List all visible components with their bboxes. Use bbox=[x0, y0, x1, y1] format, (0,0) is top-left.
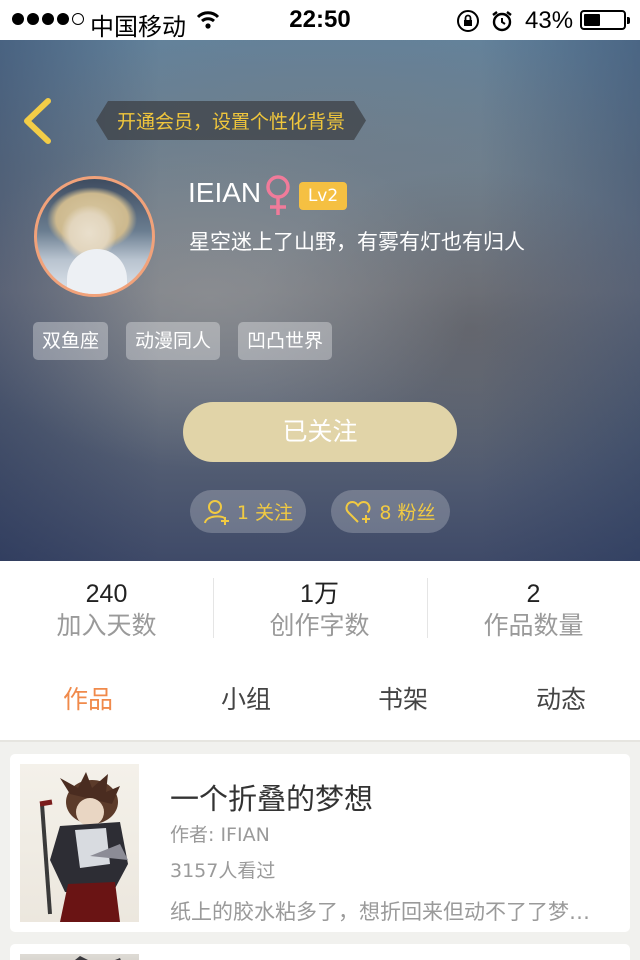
tab-works[interactable]: 作品 bbox=[8, 680, 168, 720]
work-title: 一个折叠的梦想 bbox=[170, 782, 374, 816]
battery-icon bbox=[580, 10, 630, 30]
vip-background-tip[interactable]: 开通会员，设置个性化背景 bbox=[96, 101, 366, 140]
work-author: 作者: IFIAN bbox=[170, 824, 270, 846]
female-symbol-icon bbox=[262, 174, 294, 222]
work-description: 纸上的胶水粘多了，想折回来但动不了了梦… bbox=[170, 900, 590, 924]
status-bar: 中国移动 22:50 43% bbox=[0, 0, 640, 41]
tag-chip: 动漫同人 bbox=[126, 322, 221, 360]
fans-count-button[interactable]: 8 粉丝 bbox=[331, 490, 450, 533]
alarm-icon bbox=[490, 9, 514, 38]
work-cover-image bbox=[20, 764, 139, 922]
fans-count: 8 粉丝 bbox=[379, 502, 436, 524]
stat-value: 240 bbox=[85, 580, 128, 608]
profile-tabs: 作品 小组 书架 动态 bbox=[0, 662, 640, 742]
stat-value: 1万 bbox=[300, 580, 339, 608]
stat-word-count: 1万 创作字数 bbox=[213, 579, 426, 643]
heart-plus-icon bbox=[345, 500, 371, 523]
tab-bookshelf[interactable]: 书架 bbox=[323, 680, 483, 720]
chevron-left-icon bbox=[24, 98, 51, 144]
work-list-item[interactable]: 一个折叠的梦想 作者: IFIAN 3157人看过 纸上的胶水粘多了，想折回来但… bbox=[10, 754, 630, 932]
stat-label: 作品数量 bbox=[483, 611, 584, 640]
work-list-item[interactable] bbox=[10, 944, 630, 960]
rotation-lock-icon bbox=[456, 9, 480, 38]
tag-chip: 凹凸世界 bbox=[238, 322, 333, 360]
stat-label: 创作字数 bbox=[269, 611, 370, 640]
following-count-button[interactable]: 1 关注 bbox=[190, 490, 306, 533]
profile-stats: 240 加入天数 1万 创作字数 2 作品数量 bbox=[0, 561, 640, 662]
work-views: 3157人看过 bbox=[170, 860, 276, 882]
avatar[interactable] bbox=[34, 176, 155, 297]
tab-groups[interactable]: 小组 bbox=[166, 680, 326, 720]
tab-activity[interactable]: 动态 bbox=[481, 680, 640, 720]
work-cover-image bbox=[20, 954, 139, 960]
stat-work-count: 2 作品数量 bbox=[427, 579, 640, 643]
username: IEIAN bbox=[188, 177, 262, 208]
add-person-icon bbox=[203, 499, 229, 525]
profile-tags: 双鱼座 动漫同人 凹凸世界 bbox=[33, 322, 333, 360]
following-count: 1 关注 bbox=[236, 502, 294, 524]
stat-value: 2 bbox=[526, 580, 541, 608]
profile-signature: 星空迷上了山野，有雾有灯也有归人 bbox=[189, 230, 525, 254]
tag-chip: 双鱼座 bbox=[33, 322, 109, 360]
stat-label: 加入天数 bbox=[56, 611, 157, 640]
followed-button[interactable]: 已关注 bbox=[183, 402, 457, 462]
level-badge: Lv2 bbox=[299, 182, 347, 210]
stat-join-days: 240 加入天数 bbox=[0, 579, 213, 643]
back-button[interactable] bbox=[18, 96, 58, 146]
battery-percent: 43% bbox=[525, 7, 574, 34]
